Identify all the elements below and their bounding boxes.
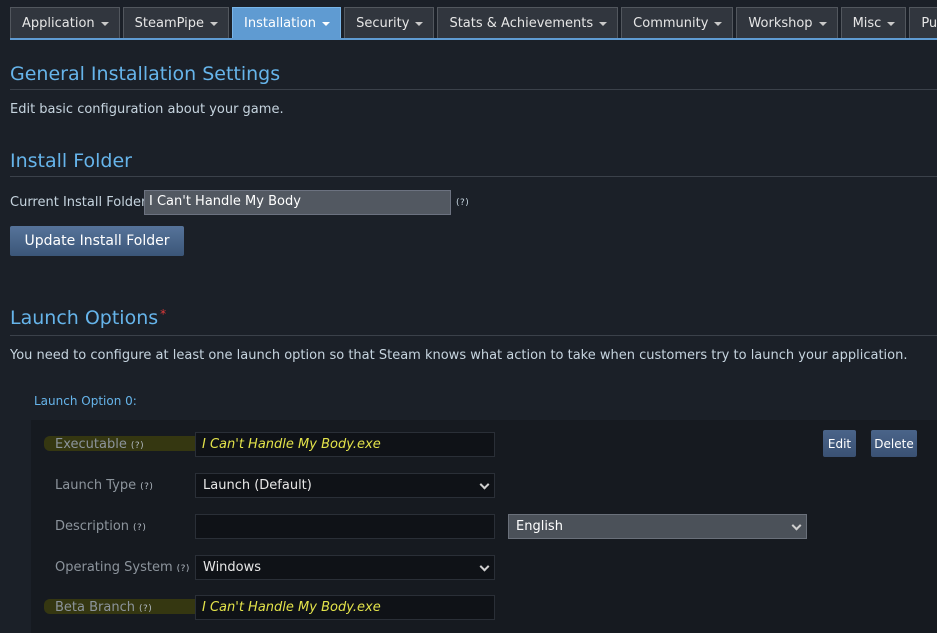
chevron-down-icon	[791, 520, 802, 531]
update-install-folder-button[interactable]: Update Install Folder	[10, 226, 184, 256]
tab-label: Workshop	[748, 15, 813, 31]
description-label: Description (?)	[55, 519, 146, 534]
required-mark: *	[160, 307, 167, 321]
launch-type-select[interactable]: Launch (Default)	[195, 473, 495, 498]
tab-security[interactable]: Security	[344, 7, 435, 38]
tab-label: SteamPipe	[134, 15, 205, 31]
beta-branch-input[interactable]: I Can't Handle My Body.exe	[195, 595, 495, 620]
delete-button[interactable]: Delete	[871, 430, 917, 457]
os-value: Windows	[203, 560, 262, 575]
general-settings-title: General Installation Settings	[10, 63, 281, 85]
general-description: Edit basic configuration about your game…	[10, 102, 284, 117]
tab-label: Stats & Achievements	[449, 15, 594, 31]
description-input[interactable]	[195, 514, 495, 539]
launch-type-value: Launch (Default)	[203, 478, 312, 493]
tab-label: Application	[22, 15, 95, 31]
language-select[interactable]: English	[508, 514, 807, 539]
launch-type-label-text: Launch Type	[55, 478, 137, 493]
tab-community[interactable]: Community	[621, 7, 734, 38]
caret-down-icon	[714, 22, 723, 26]
help-icon[interactable]: (?)	[140, 482, 153, 492]
caret-down-icon	[599, 22, 608, 26]
launch-options-title: Launch Options *	[10, 307, 166, 329]
help-icon[interactable]: (?)	[456, 198, 469, 208]
launch-options-description: You need to configure at least one launc…	[10, 348, 908, 363]
tab-stats-achievements[interactable]: Stats & Achievements	[437, 7, 619, 38]
tab-label: Installation	[244, 15, 317, 31]
caret-down-icon	[818, 22, 827, 26]
executable-input[interactable]: I Can't Handle My Body.exe	[195, 432, 495, 457]
tab-workshop[interactable]: Workshop	[736, 7, 838, 38]
beta-branch-label-text: Beta Branch	[55, 600, 135, 615]
tab-label: Misc	[852, 15, 882, 31]
executable-label-text: Executable	[55, 437, 127, 452]
caret-down-icon	[887, 22, 896, 26]
edit-button[interactable]: Edit	[823, 430, 856, 457]
launch-type-label: Launch Type (?)	[55, 478, 153, 493]
launch-option-title: Launch Option 0:	[34, 394, 137, 408]
install-folder-title: Install Folder	[10, 150, 132, 172]
nav-tabs: Application SteamPipe Installation Secur…	[10, 7, 937, 40]
caret-down-icon	[415, 22, 424, 26]
section-divider	[10, 176, 937, 177]
language-value: English	[516, 519, 563, 534]
launch-options-title-text: Launch Options	[10, 307, 159, 329]
caret-down-icon	[210, 22, 219, 26]
os-select[interactable]: Windows	[195, 555, 495, 580]
beta-branch-label: Beta Branch (?)	[55, 600, 152, 615]
caret-down-icon	[100, 22, 109, 26]
tab-label: Community	[633, 15, 709, 31]
install-folder-input[interactable]: I Can't Handle My Body	[144, 190, 451, 215]
os-label-text: Operating System	[55, 560, 173, 575]
chevron-down-icon	[479, 561, 490, 572]
help-icon[interactable]: (?)	[177, 564, 190, 574]
caret-down-icon	[322, 22, 331, 26]
tab-installation[interactable]: Installation	[232, 7, 342, 38]
help-icon[interactable]: (?)	[133, 523, 146, 533]
os-label: Operating System (?)	[55, 560, 190, 575]
tab-label: Security	[356, 15, 410, 31]
help-icon[interactable]: (?)	[139, 604, 152, 614]
chevron-down-icon	[479, 479, 490, 490]
help-icon[interactable]: (?)	[131, 441, 144, 451]
tab-misc[interactable]: Misc	[840, 7, 907, 38]
tab-steampipe[interactable]: SteamPipe	[122, 7, 230, 38]
tab-label: Publish	[921, 15, 937, 31]
tab-application[interactable]: Application	[10, 7, 120, 38]
tab-publish[interactable]: Publish	[909, 7, 937, 38]
description-label-text: Description	[55, 519, 130, 534]
tab-underline	[10, 38, 937, 40]
executable-label: Executable (?)	[55, 437, 144, 452]
section-divider	[10, 89, 937, 90]
install-folder-label: Current Install Folder:	[10, 195, 151, 210]
section-divider	[10, 335, 937, 336]
